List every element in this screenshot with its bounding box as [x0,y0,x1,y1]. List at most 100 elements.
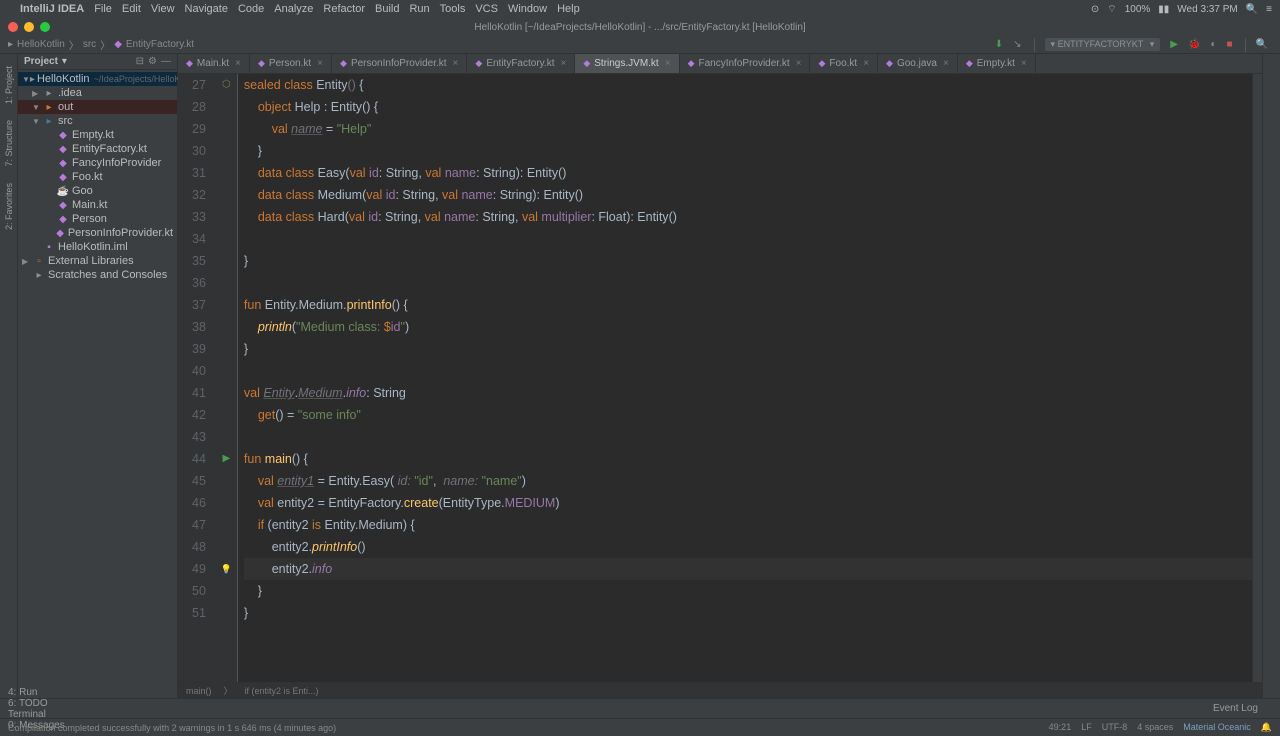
menu-analyze[interactable]: Analyze [274,3,313,15]
tree-item-main-kt[interactable]: ◆Main.kt [18,198,177,212]
menu-vcs[interactable]: VCS [475,3,498,15]
tab-goo-java[interactable]: ◆Goo.java× [878,54,958,73]
gutter-icons: ⬡ ▶ 💡 [216,74,238,682]
sidebar-header: Project ▾ ⊟ ⚙ — [18,54,177,70]
tree-item--idea[interactable]: ▶▸.idea [18,86,177,100]
tree-item-fancyinfoprovider[interactable]: ◆FancyInfoProvider [18,156,177,170]
menu-tools[interactable]: Tools [440,3,466,15]
tab-strings-jvm-kt[interactable]: ◆Strings.JVM.kt× [575,54,679,73]
run-button[interactable]: ▶ [1170,39,1178,50]
menu-icon[interactable]: ≡ [1266,4,1272,15]
tree-item-empty-kt[interactable]: ◆Empty.kt [18,128,177,142]
menu-refactor[interactable]: Refactor [323,3,365,15]
close-window[interactable] [8,22,18,32]
close-tab-icon[interactable]: × [560,58,566,69]
breadcrumb-folder[interactable]: src [83,39,96,50]
code-editor[interactable]: sealed class Entity() { object Help : En… [238,74,1252,682]
breadcrumb-file[interactable]: EntityFactory.kt [126,39,194,50]
close-tab-icon[interactable]: × [943,58,949,69]
minimize-window[interactable] [24,22,34,32]
theme-name[interactable]: Material Oceanic [1183,722,1251,733]
project-icon: ▸ [8,39,13,50]
menu-window[interactable]: Window [508,3,547,15]
hide-icon[interactable]: — [161,56,171,67]
close-tab-icon[interactable]: × [235,58,241,69]
close-tab-icon[interactable]: × [796,58,802,69]
tree-item-scratches-and-consoles[interactable]: ▸Scratches and Consoles [18,268,177,282]
settings-icon[interactable]: ⚙ [148,56,157,67]
intention-bulb-icon[interactable]: 💡 [216,558,237,580]
stop-button[interactable]: ■ [1227,39,1233,50]
sidebar-title: Project [24,56,58,67]
tree-item-src[interactable]: ▼▸src [18,114,177,128]
bottom-tool-6-todo[interactable]: 6: TODO [8,698,65,709]
error-stripe[interactable] [1252,74,1262,682]
bottom-tool-bar: 4: Run6: TODOTerminal0: Messages Event L… [0,698,1280,718]
project-tool-button[interactable]: 1: Project [4,66,14,104]
hammer-icon[interactable]: ↘ [1013,39,1021,50]
cursor-position[interactable]: 49:21 [1049,722,1072,733]
project-tree[interactable]: ▼▸HelloKotlin~/IdeaProjects/HelloKotlin▶… [18,70,177,284]
tree-item-personinfoprovider-kt[interactable]: ◆PersonInfoProvider.kt [18,226,177,240]
app-name: IntelliJ IDEA [20,3,84,15]
left-tool-gutter: 1: Project 7: Structure 2: Favorites [0,54,18,698]
favorites-tool-button[interactable]: 2: Favorites [4,183,14,230]
bluetooth-icon[interactable]: ⌔ [1107,3,1116,16]
menu-run[interactable]: Run [409,3,429,15]
menu-help[interactable]: Help [557,3,580,15]
tree-item-foo-kt[interactable]: ◆Foo.kt [18,170,177,184]
menu-edit[interactable]: Edit [122,3,141,15]
structure-tool-button[interactable]: 7: Structure [4,120,14,167]
tree-item-external-libraries[interactable]: ▶▫External Libraries [18,254,177,268]
tab-person-kt[interactable]: ◆Person.kt× [250,54,332,73]
menu-view[interactable]: View [151,3,175,15]
macos-menubar: IntelliJ IDEA File Edit View Navigate Code An… [0,0,1280,18]
tab-personinfoprovider-kt[interactable]: ◆PersonInfoProvider.kt× [332,54,467,73]
run-gutter-icon[interactable]: ▶ [216,448,237,470]
tab-main-kt[interactable]: ◆Main.kt× [178,54,250,73]
bottom-tool-4-run[interactable]: 4: Run [8,687,65,698]
collapse-icon[interactable]: ⊟ [136,56,144,67]
build-icon[interactable]: ⬇ [995,39,1003,50]
tree-item-goo[interactable]: ☕Goo [18,184,177,198]
maximize-window[interactable] [40,22,50,32]
window-title: HelloKotlin [~/IdeaProjects/HelloKotlin]… [474,22,805,33]
menu-file[interactable]: File [94,3,112,15]
status-message: Compilation completed successfully with … [8,723,336,733]
debug-button[interactable]: 🐞 [1188,39,1200,50]
right-tool-gutter [1262,54,1280,698]
override-icon: ⬡ [216,74,237,96]
menu-navigate[interactable]: Navigate [185,3,228,15]
bottom-tool-terminal[interactable]: Terminal [8,709,65,720]
close-tab-icon[interactable]: × [1021,58,1027,69]
event-log-button[interactable]: Event Log [1213,703,1258,714]
file-encoding[interactable]: UTF-8 [1102,722,1128,733]
tree-item-hellokotlin-iml[interactable]: ▪HelloKotlin.iml [18,240,177,254]
close-tab-icon[interactable]: × [453,58,459,69]
menu-build[interactable]: Build [375,3,399,15]
run-config-dropdown[interactable]: ▾ ENTITYFACTORYKT ▾ [1045,38,1161,51]
tab-entityfactory-kt[interactable]: ◆EntityFactory.kt× [467,54,575,73]
code-breadcrumb[interactable]: main() 〉 if (entity2 is Enti...) [178,682,1262,698]
breadcrumb-bar: ▸ HelloKotlin 〉 src 〉 ◆ EntityFactory.kt… [0,36,1280,54]
search-icon[interactable]: 🔍 [1246,4,1258,15]
menu-code[interactable]: Code [238,3,264,15]
line-separator[interactable]: LF [1081,722,1092,733]
line-number-gutter[interactable]: 2728293031323334353637383940414243444546… [178,74,216,682]
indent-setting[interactable]: 4 spaces [1137,722,1173,733]
close-tab-icon[interactable]: × [665,58,671,69]
tree-item-entityfactory-kt[interactable]: ◆EntityFactory.kt [18,142,177,156]
close-tab-icon[interactable]: × [317,58,323,69]
tree-item-person[interactable]: ◆Person [18,212,177,226]
notifications-icon[interactable]: 🔔 [1261,722,1272,733]
coverage-icon[interactable]: ◐ [1210,39,1216,50]
close-tab-icon[interactable]: × [863,58,869,69]
breadcrumb-project[interactable]: HelloKotlin [17,39,65,50]
tab-empty-kt[interactable]: ◆Empty.kt× [958,54,1036,73]
tree-item-hellokotlin[interactable]: ▼▸HelloKotlin~/IdeaProjects/HelloKotlin [18,72,177,86]
tree-item-out[interactable]: ▼▸out [18,100,177,114]
tab-foo-kt[interactable]: ◆Foo.kt× [810,54,878,73]
wifi-icon[interactable]: ⊙ [1091,4,1099,15]
tab-fancyinfoprovider-kt[interactable]: ◆FancyInfoProvider.kt× [680,54,811,73]
search-everywhere-icon[interactable]: 🔍 [1256,39,1268,50]
